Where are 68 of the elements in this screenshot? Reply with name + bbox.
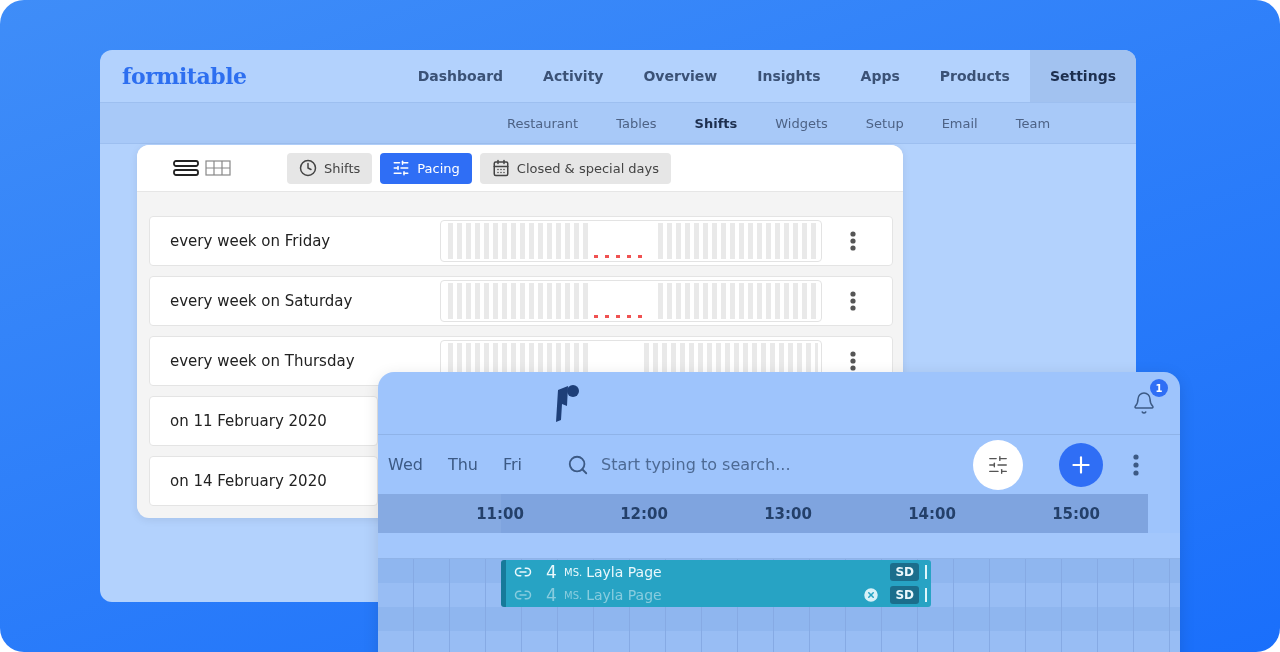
subnav-tab[interactable]: Tables <box>597 115 676 131</box>
row-label: every week on Thursday <box>169 352 356 370</box>
nav-tab[interactable]: Overview <box>623 50 738 102</box>
add-button[interactable] <box>1059 442 1103 487</box>
search-field[interactable]: Start typing to search... <box>599 454 963 475</box>
view-toggle[interactable] <box>173 160 199 176</box>
tab[interactable]: Pacing <box>380 152 472 184</box>
tag: SD <box>890 586 919 604</box>
more-button[interactable] <box>850 291 856 311</box>
guest-title: MS. <box>564 566 583 578</box>
time-label: 14:00 <box>907 504 957 525</box>
pacing-row[interactable]: every week on Friday <box>149 216 893 266</box>
cancel-icon[interactable] <box>862 586 881 604</box>
time-label: 15:00 <box>1051 504 1101 525</box>
calendar-icon <box>491 159 510 177</box>
time-label: 13:00 <box>763 504 813 525</box>
day-tab[interactable]: Wed <box>388 455 423 474</box>
more-button[interactable] <box>1133 453 1139 476</box>
row-label: on 14 February 2020 <box>169 472 328 490</box>
kebab-icon <box>850 351 856 371</box>
subnav-tab[interactable]: Setup <box>846 115 923 131</box>
sliders-icon <box>987 453 1009 476</box>
kebab-icon <box>1133 453 1139 476</box>
tab[interactable]: Shifts <box>287 152 373 184</box>
sliders-icon <box>392 159 411 177</box>
search-icon <box>567 453 589 476</box>
guest-name: Layla Page <box>586 564 663 580</box>
nav-tab[interactable]: Insights <box>737 50 841 102</box>
tab[interactable]: Closed & special days <box>479 152 672 184</box>
time-label: 11:00 <box>475 504 525 525</box>
nav-tab[interactable]: Apps <box>840 50 920 102</box>
subnav-tab[interactable]: Team <box>996 115 1070 131</box>
more-button[interactable] <box>850 351 856 371</box>
grid-view-icon <box>205 160 231 176</box>
nav-tab[interactable]: Dashboard <box>397 50 524 102</box>
logo-icon <box>556 384 580 422</box>
pacing-row[interactable]: on 11 February 2020 <box>149 396 378 446</box>
kebab-icon <box>850 291 856 311</box>
view-toggle[interactable] <box>205 160 231 176</box>
day-tab[interactable]: Fri <box>502 455 522 474</box>
day-tab[interactable]: Thu <box>447 455 478 474</box>
logo: formitable <box>121 62 248 91</box>
row-label: every week on Saturday <box>169 292 354 310</box>
pacing-row[interactable]: on 14 February 2020 <box>149 456 378 506</box>
kebab-icon <box>850 231 856 251</box>
clock-icon <box>299 159 317 177</box>
list-view-icon <box>173 160 199 176</box>
subnav-tab[interactable]: Restaurant <box>488 115 598 131</box>
row-label: on 11 February 2020 <box>169 412 328 430</box>
subnav-tab[interactable]: Shifts <box>675 115 757 131</box>
more-button[interactable] <box>850 231 856 251</box>
subnav-tab[interactable]: Email <box>922 115 997 131</box>
subnav-tab[interactable]: Widgets <box>756 115 847 131</box>
pacing-row[interactable]: every week on Saturday <box>149 276 893 326</box>
reservation-card[interactable]: 4 MS. Layla Page SD 4 MS. Layla Page SD <box>501 560 931 607</box>
time-label: 12:00 <box>619 504 669 525</box>
notification-badge: 1 <box>1150 379 1168 397</box>
filter-button[interactable] <box>973 439 1023 490</box>
party-size: 4 <box>546 562 558 582</box>
row-label: every week on Friday <box>169 232 332 250</box>
guest-name: Layla Page <box>586 587 663 603</box>
bell-icon[interactable] <box>1132 391 1156 415</box>
tag: SD <box>890 563 919 581</box>
nav-tab[interactable]: Settings <box>1029 50 1136 102</box>
party-size: 4 <box>546 585 558 605</box>
nav-tab[interactable]: Activity <box>523 50 624 102</box>
nav-tab[interactable]: Products <box>919 50 1030 102</box>
guest-title: MS. <box>564 589 583 601</box>
